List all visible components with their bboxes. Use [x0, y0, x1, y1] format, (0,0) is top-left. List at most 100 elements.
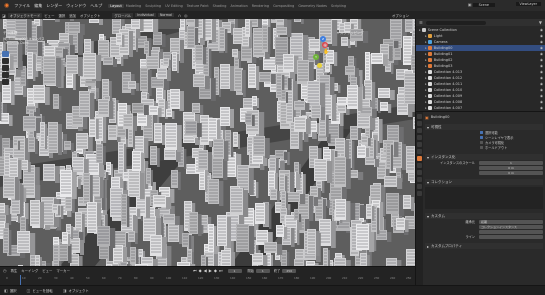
output-tab-icon[interactable] [417, 128, 422, 133]
move-tool-icon[interactable] [2, 65, 9, 71]
menu-render[interactable]: レンダー [44, 3, 64, 9]
eye-icon[interactable]: ◉ [540, 46, 543, 50]
eye-icon[interactable]: ◉ [540, 82, 543, 86]
tab-uv-editing[interactable]: UV Editing [163, 4, 185, 8]
tab-compositing[interactable]: Compositing [271, 4, 296, 8]
eye-icon[interactable]: ◉ [540, 34, 543, 38]
menu-select[interactable]: 選択 [56, 13, 67, 18]
instancing-offset-field[interactable]: 0 m [479, 166, 543, 170]
custom-field[interactable] [479, 235, 543, 239]
scale-tool-icon[interactable] [2, 79, 9, 85]
options-dropdown[interactable]: オプション [390, 13, 411, 18]
menu-help[interactable]: ヘルプ [88, 3, 104, 9]
timeline-menu-view[interactable]: ビュー [40, 268, 54, 273]
expand-icon[interactable]: ▸ [425, 52, 427, 56]
outliner-search[interactable] [426, 21, 486, 25]
expand-icon[interactable]: ▸ [419, 28, 421, 32]
menu-window[interactable]: ウィンドウ [64, 3, 88, 9]
expand-icon[interactable]: ▸ [425, 106, 427, 110]
expand-icon[interactable]: ▸ [425, 94, 427, 98]
navi-toggle-icon[interactable]: ▾ [337, 30, 339, 35]
expand-icon[interactable]: ▸ [425, 46, 427, 50]
pivot-point[interactable]: Individual [135, 13, 156, 17]
navigation-gizmo[interactable]: X Y Z [304, 36, 334, 70]
timeline-menu-playback[interactable]: 再生 [9, 268, 20, 273]
eye-icon[interactable]: ◉ [540, 64, 543, 68]
view-layer-tab-icon[interactable] [417, 135, 422, 140]
timeline-menu-keying[interactable]: キーイング [19, 268, 40, 273]
current-frame-field[interactable]: 1 [228, 269, 242, 273]
proportional-icon[interactable]: ◎ [184, 13, 188, 18]
select-tool-icon[interactable] [2, 51, 9, 57]
eye-icon[interactable]: ◉ [540, 28, 543, 32]
rotate-tool-icon[interactable] [2, 72, 9, 78]
checkbox-icon[interactable] [480, 146, 483, 149]
particles-tab-icon[interactable] [417, 170, 422, 175]
section-custom-props[interactable]: ▸ カスタムプロパティ [425, 243, 543, 249]
tab-layout[interactable]: Layout [108, 4, 124, 8]
snap-target[interactable]: Normal [158, 13, 174, 17]
instancing-scale-field[interactable]: 1 [479, 161, 543, 165]
gizmo-z-icon[interactable]: Z [320, 36, 326, 42]
instancing-offset2-field[interactable]: 0 m [479, 171, 543, 175]
checkbox-icon[interactable] [480, 136, 483, 139]
3d-viewport[interactable]: テラ座標 (6) Building00 | キャンバス Rendering Do… [0, 19, 415, 266]
end-frame-field[interactable]: 250 [282, 269, 296, 273]
play-reverse-icon[interactable]: ◀ [204, 268, 207, 273]
render-tab-icon[interactable] [417, 121, 422, 126]
timeline-menu-marker[interactable]: マーカー [54, 268, 72, 273]
tab-animation[interactable]: Animation [228, 4, 249, 8]
timeline-ruler[interactable]: 0102030405060708090100110120130140150160… [6, 276, 411, 284]
modifier-tab-icon[interactable] [417, 163, 422, 168]
eye-icon[interactable]: ◉ [540, 100, 543, 104]
timeline-editor-icon[interactable]: ◷ [3, 268, 7, 273]
outliner-editor-icon[interactable]: ☰ [419, 20, 423, 25]
check-holdout[interactable]: ホールドアウト [480, 145, 543, 150]
viewlayer-selector[interactable]: ViewLayer [516, 2, 542, 6]
scene-selector[interactable]: ▣ Scene [468, 2, 495, 7]
menu-edit[interactable]: 編集 [32, 3, 44, 9]
menu-add[interactable]: 追加 [67, 13, 78, 18]
mode-select[interactable]: オブジェクトモード [8, 13, 43, 18]
eye-icon[interactable]: ◉ [540, 52, 543, 56]
menu-object[interactable]: オブジェクト [78, 13, 102, 18]
eye-icon[interactable]: ◉ [540, 94, 543, 98]
eye-icon[interactable]: ◉ [540, 106, 543, 110]
checkbox-icon[interactable] [480, 141, 483, 144]
expand-icon[interactable]: ▸ [425, 76, 427, 80]
eye-icon[interactable]: ◉ [540, 70, 543, 74]
collection-list[interactable] [425, 187, 543, 209]
jump-start-icon[interactable]: ⏮ [193, 268, 197, 273]
eye-icon[interactable]: ◉ [540, 88, 543, 92]
eye-icon[interactable]: ◉ [540, 40, 543, 44]
magnet-icon[interactable]: ∩ [178, 13, 181, 18]
eye-icon[interactable]: ◉ [540, 58, 543, 62]
tab-rendering[interactable]: Rendering [250, 4, 271, 8]
expand-icon[interactable]: ▸ [425, 40, 427, 44]
filter-icon[interactable]: ▼ [539, 20, 542, 25]
menu-file[interactable]: ファイル [12, 3, 32, 9]
expand-icon[interactable]: ▸ [425, 58, 427, 62]
expand-icon[interactable]: ▸ [425, 82, 427, 86]
menu-view[interactable]: ビュー [42, 13, 56, 18]
tab-scripting[interactable]: Scripting [329, 4, 348, 8]
prev-key-icon[interactable]: ◆ [199, 268, 202, 273]
physics-tab-icon[interactable] [417, 177, 422, 182]
camera-view-icon[interactable]: ⎙ [323, 55, 329, 61]
transform-orientation[interactable]: グローバル [112, 13, 133, 18]
tool-tab-icon[interactable] [417, 114, 422, 119]
cursor-tool-icon[interactable] [2, 58, 9, 64]
expand-icon[interactable]: ▸ [425, 100, 427, 104]
expand-icon[interactable]: ▸ [425, 64, 427, 68]
object-tab-icon[interactable] [417, 156, 422, 161]
jump-end-icon[interactable]: ⏭ [219, 268, 223, 273]
expand-icon[interactable]: ▸ [425, 34, 427, 38]
tab-geometry-nodes[interactable]: Geometry Nodes [296, 4, 329, 8]
expand-icon[interactable]: ▸ [425, 70, 427, 74]
playhead[interactable] [20, 275, 21, 285]
world-tab-icon[interactable] [417, 149, 422, 154]
custom-field[interactable]: 初期 [479, 220, 543, 224]
tab-modeling[interactable]: Modeling [124, 4, 143, 8]
custom-field[interactable]: コレクションインスタンス [479, 225, 543, 229]
editor-type-icon[interactable]: ◪ [2, 13, 6, 18]
